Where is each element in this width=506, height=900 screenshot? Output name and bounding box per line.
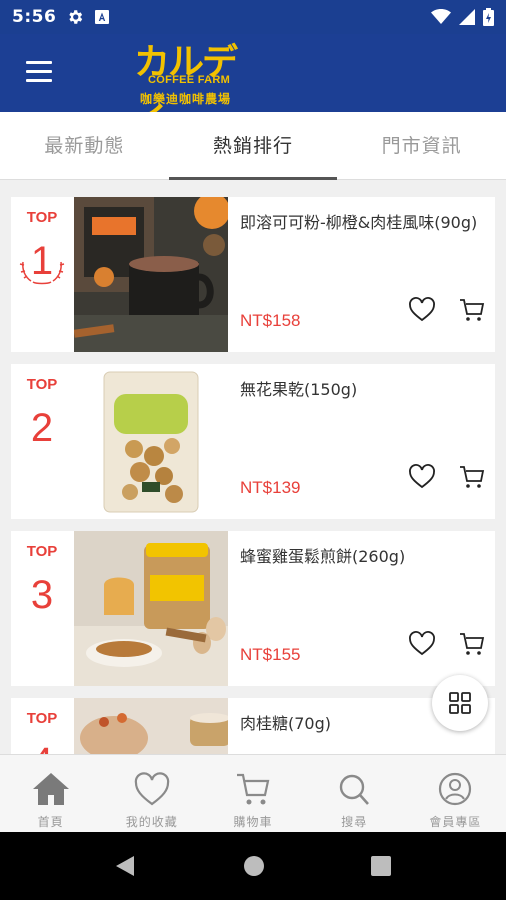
favorite-heart-icon[interactable] <box>407 295 437 325</box>
product-price: NT$139 <box>240 478 301 497</box>
recents-square-icon[interactable] <box>370 855 392 877</box>
rank-badge: TOP 2 <box>11 364 73 519</box>
cart-icon <box>237 773 270 805</box>
logo-sub: COFFEE FARM <box>148 74 231 86</box>
product-name[interactable]: 即溶可可粉-柳橙&肉桂風味(90g) <box>240 211 480 234</box>
product-image-figs[interactable] <box>74 364 228 519</box>
nav-label: 搜尋 <box>341 815 368 829</box>
add-to-cart-icon[interactable] <box>457 629 487 659</box>
rank-number: 2 <box>30 406 54 450</box>
nav-label: 購物車 <box>233 815 273 829</box>
rank-number: 1 <box>30 239 54 283</box>
search-icon <box>340 774 370 805</box>
tab-news[interactable]: 最新動態 <box>0 112 169 179</box>
back-icon[interactable] <box>114 854 136 878</box>
nav-favorites[interactable]: 我的收藏 <box>101 755 202 832</box>
wifi-icon <box>431 9 451 24</box>
rank-top-label: TOP <box>26 710 58 727</box>
rank-badge: TOP 4 <box>11 698 73 754</box>
bestseller-list: TOP 1 即溶可可粉-柳橙&肉桂風味(90g) NT$158 TOP 2 無花… <box>0 180 506 754</box>
tab-bestsellers[interactable]: 熱銷排行 <box>168 112 338 180</box>
app-bar: カルディ COFFEE FARM 咖樂迪咖啡農場 <box>0 34 506 135</box>
nav-label: 會員專區 <box>429 815 482 829</box>
nav-cart[interactable]: 購物車 <box>202 755 303 832</box>
rank-top-label: TOP <box>26 543 58 560</box>
tab-bar: 最新動態 熱銷排行 門市資訊 <box>0 112 506 180</box>
rank-badge: TOP 3 <box>11 531 73 686</box>
product-image-pancake[interactable] <box>74 531 228 686</box>
product-card-3[interactable]: TOP 3 蜂蜜雞蛋鬆煎餅(260g) NT$155 <box>11 531 495 686</box>
status-time: 5:56 <box>12 7 57 27</box>
favorite-heart-icon[interactable] <box>407 462 437 492</box>
settings-gear-icon <box>69 10 83 24</box>
nav-label: 我的收藏 <box>125 815 178 829</box>
nav-label: 首頁 <box>37 815 64 829</box>
rank-badge: TOP 1 <box>11 197 73 352</box>
signal-icon <box>459 9 475 25</box>
product-name[interactable]: 蜂蜜雞蛋鬆煎餅(260g) <box>240 545 480 568</box>
user-icon <box>439 772 472 806</box>
logo-cn: 咖樂迪咖啡農場 <box>140 92 232 106</box>
product-price: NT$155 <box>240 645 301 664</box>
rank-top-label: TOP <box>26 376 58 393</box>
nav-home[interactable]: 首頁 <box>0 755 101 832</box>
product-name[interactable]: 無花果乾(150g) <box>240 378 480 401</box>
nav-member[interactable]: 會員專區 <box>405 755 506 832</box>
favorite-heart-icon[interactable] <box>407 629 437 659</box>
nav-search[interactable]: 搜尋 <box>304 755 405 832</box>
product-price: NT$158 <box>240 311 301 330</box>
kaldi-logo: カルディ COFFEE FARM 咖樂迪咖啡農場 <box>134 37 254 135</box>
product-card-2[interactable]: TOP 2 無花果乾(150g) NT$139 <box>11 364 495 519</box>
font-a-icon <box>95 10 110 24</box>
rank-number: 4 <box>11 734 73 754</box>
system-navigation-bar <box>0 832 506 900</box>
battery-icon <box>483 8 494 26</box>
bottom-navigation: 首頁 我的收藏 購物車 搜尋 會員專區 <box>0 754 506 832</box>
hamburger-menu-icon[interactable] <box>26 61 52 85</box>
tab-store-info[interactable]: 門市資訊 <box>337 112 506 179</box>
grid-icon <box>449 692 471 714</box>
product-image-cocoa[interactable] <box>74 197 228 352</box>
add-to-cart-icon[interactable] <box>457 462 487 492</box>
add-to-cart-icon[interactable] <box>457 295 487 325</box>
status-bar: 5:56 <box>0 0 506 34</box>
home-icon <box>32 773 69 805</box>
heart-icon <box>134 772 169 806</box>
product-card-4[interactable]: TOP 4 肉桂糖(70g) <box>11 698 495 754</box>
home-circle-icon[interactable] <box>242 854 266 878</box>
product-image-cinnamon-sugar[interactable] <box>74 698 228 754</box>
product-card-1[interactable]: TOP 1 即溶可可粉-柳橙&肉桂風味(90g) NT$158 <box>11 197 495 352</box>
rank-top-label: TOP <box>26 209 58 226</box>
rank-number: 3 <box>30 573 54 617</box>
grid-view-button[interactable] <box>432 675 488 731</box>
